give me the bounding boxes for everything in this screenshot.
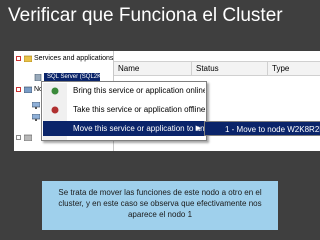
menu-item-bring-online[interactable]: Bring this service or application online: [43, 83, 205, 98]
folder-icon: [24, 55, 32, 62]
menu-item-label: Take this service or application offline: [73, 105, 205, 114]
collapse-icon[interactable]: [16, 87, 21, 92]
offline-icon: [51, 106, 59, 114]
server-icon: [34, 74, 42, 81]
nodes-icon: [24, 86, 32, 93]
storage-icon: [24, 134, 32, 141]
collapse-icon[interactable]: [16, 56, 21, 61]
screenshot-panel: Services and applications SQL Server (SQ…: [14, 51, 320, 151]
column-type[interactable]: Type: [268, 62, 320, 76]
column-name[interactable]: Name: [114, 62, 192, 76]
grid-header: Name Status Type: [114, 61, 320, 76]
context-menu: Bring this service or application online…: [41, 81, 207, 141]
slide-title: Verificar que Funciona el Cluster: [8, 5, 283, 26]
menu-item-move-to-node[interactable]: Move this service or application to anot…: [43, 121, 205, 136]
computer-icon: [32, 102, 40, 109]
tree-item-label: Services and applications: [34, 55, 114, 62]
computer-icon: [32, 114, 40, 121]
column-status[interactable]: Status: [192, 62, 268, 76]
online-icon: [51, 87, 59, 95]
menu-item-label: Bring this service or application online: [73, 86, 205, 95]
submenu-item-move-node-1[interactable]: 1 - Move to node W2K8R2N1: [204, 121, 320, 136]
caption-box: Se trata de mover las funciones de este …: [42, 181, 278, 230]
expand-icon[interactable]: [16, 135, 21, 140]
menu-item-label: Move this service or application to anot…: [73, 124, 205, 133]
menu-item-take-offline[interactable]: Take this service or application offline: [43, 102, 205, 117]
submenu-arrow-icon: ▶: [195, 125, 201, 132]
